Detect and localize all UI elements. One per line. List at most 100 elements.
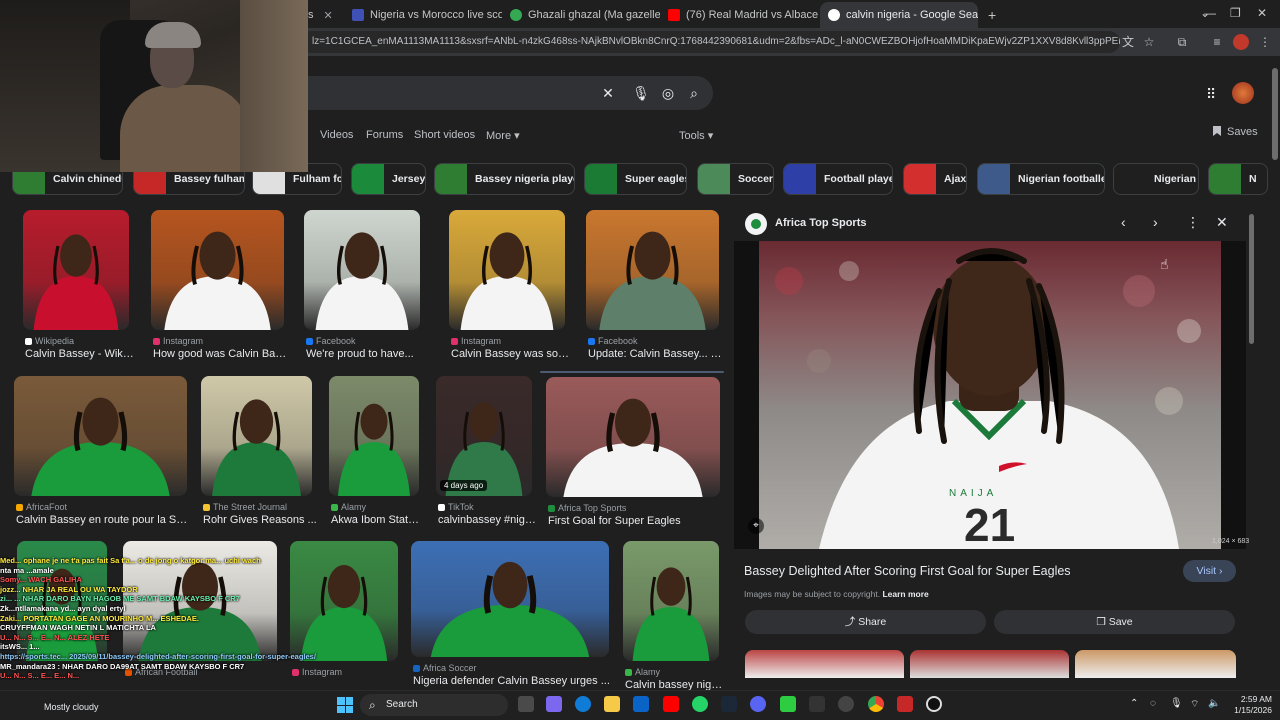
result-source[interactable]: TikTok [438, 502, 474, 512]
image-result[interactable]: Alamy Calvin bassey nige... [623, 541, 725, 706]
related-chip[interactable]: Bassey nigeria player [434, 163, 575, 195]
filter-videos[interactable]: Videos [320, 129, 353, 141]
related-chip[interactable]: Jersey [351, 163, 426, 195]
image-result[interactable]: Facebook Update: Calvin Bassey... Th... [586, 210, 725, 375]
related-chip[interactable]: Super eagles [584, 163, 687, 195]
result-source[interactable]: Facebook [306, 336, 356, 346]
page-scrollbar[interactable] [1272, 68, 1278, 160]
related-chip[interactable]: N [1208, 163, 1268, 195]
microphone-icon[interactable]: 🎙 [632, 84, 650, 102]
lens-icon[interactable]: ◎ [659, 84, 677, 102]
result-title[interactable]: Calvin Bassey - Wikipedia [25, 348, 135, 360]
panel-scrollbar[interactable] [1249, 214, 1254, 344]
result-source[interactable]: Instagram [451, 336, 501, 346]
image-result[interactable]: Africa Soccer Nigeria defender Calvin Bas… [411, 541, 610, 702]
image-result[interactable]: Instagram Calvin Bassey was solid ye... [449, 210, 571, 375]
visual-search-icon[interactable]: ⌖ [748, 518, 764, 534]
new-tab-button[interactable]: + [980, 4, 1000, 26]
outlook-icon[interactable] [633, 696, 649, 712]
related-chip[interactable]: Nigerian footballer [977, 163, 1105, 195]
image-result[interactable]: AfricaFoot Calvin Bassey en route pour la… [14, 376, 193, 541]
filter-more[interactable]: More ▾ [486, 129, 520, 142]
window-close-icon[interactable]: ✕ [1257, 6, 1267, 20]
result-title[interactable]: Nigeria defender Calvin Bassey urges ... [413, 675, 615, 687]
image-result[interactable]: Instagram [290, 541, 398, 706]
filter-forums[interactable]: Forums [366, 129, 403, 141]
image-result[interactable]: Alamy Akwa Ibom State, ... [329, 376, 425, 541]
result-title[interactable]: Calvin Bassey was solid ye... [451, 348, 571, 360]
result-source[interactable]: Africa Top Sports [548, 503, 626, 513]
tab-2[interactable]: Nigeria vs Morocco live score, ✕ [344, 4, 502, 26]
result-source[interactable]: Alamy [625, 667, 660, 677]
close-icon[interactable]: ✕ [324, 9, 333, 22]
saves-button[interactable]: Saves [1213, 126, 1258, 138]
more-options-icon[interactable]: ⋮ [1186, 214, 1200, 231]
address-bar[interactable]: lz=1C1GCEA_enMA1113MA1113&sxsrf=ANbL-n4z… [300, 31, 1120, 53]
chrome-icon[interactable] [868, 696, 884, 712]
result-source[interactable]: Facebook [588, 336, 638, 346]
tab-4[interactable]: (76) Real Madrid vs Albacete 2✕ [660, 4, 818, 26]
image-result[interactable]: Instagram How good was Calvin Bass... [151, 210, 290, 375]
steam-icon[interactable] [721, 696, 737, 712]
related-chip[interactable]: Ajax [903, 163, 967, 195]
save-button[interactable]: ❒ Save [994, 610, 1235, 634]
tab-google-search[interactable]: calvin nigeria - Google Search✕ [820, 2, 978, 28]
selected-image-result[interactable]: Africa Top Sports First Goal for Super Ea… [540, 371, 724, 527]
discord-icon[interactable] [750, 696, 766, 712]
taskbar-search[interactable]: Search [360, 694, 508, 716]
result-source[interactable]: The Street Journal [203, 502, 287, 512]
related-image[interactable] [910, 650, 1069, 678]
visit-button[interactable]: Visit › [1183, 560, 1236, 582]
volume-icon[interactable]: 🔈 [1208, 698, 1220, 709]
maximize-icon[interactable]: ❐ [1230, 6, 1241, 20]
previous-icon[interactable]: ‹ [1121, 214, 1126, 230]
result-source[interactable]: Instagram [153, 336, 203, 346]
system-clock[interactable]: 2:59 AM 1/15/2026 [1226, 694, 1272, 716]
translate-icon[interactable]: 文 [1120, 34, 1136, 50]
tray-chevron-icon[interactable]: ⌃ [1130, 698, 1138, 709]
tools-button[interactable]: Tools ▾ [679, 129, 713, 142]
learn-more-link[interactable]: Learn more [882, 589, 928, 599]
tab-3[interactable]: Ghazali ghazal (Ma gazelle▣✕ [502, 4, 660, 26]
result-title[interactable]: Update: Calvin Bassey... Th... [588, 348, 725, 360]
related-chip[interactable]: Football player [783, 163, 893, 195]
result-source[interactable]: African Football [125, 667, 198, 677]
result-title[interactable]: Akwa Ibom State, ... [331, 514, 425, 526]
app-icon[interactable] [897, 696, 913, 712]
app-icon[interactable] [838, 696, 854, 712]
extensions-icon[interactable]: ⧉ [1174, 34, 1190, 50]
tray-app-icon[interactable]: ◌ [1150, 698, 1156, 709]
filter-short-videos[interactable]: Short videos [414, 129, 475, 141]
minimize-icon[interactable]: — [1204, 6, 1216, 20]
panel-source-name[interactable]: Africa Top Sports [775, 217, 866, 229]
result-title[interactable]: First Goal for Super Eagles [548, 515, 726, 527]
related-image[interactable] [1075, 650, 1236, 678]
app-icon[interactable] [809, 696, 825, 712]
result-title[interactable]: calvinbassey #nige... [438, 514, 538, 526]
search-icon[interactable]: ⌕ [685, 84, 703, 102]
image-result[interactable]: The Street Journal Rohr Gives Reasons ... [201, 376, 317, 541]
related-image[interactable] [745, 650, 904, 678]
result-source[interactable]: Wikipedia [25, 336, 74, 346]
result-source[interactable]: Instagram [292, 667, 342, 677]
google-apps-icon[interactable]: ⠿ [1206, 86, 1216, 103]
whatsapp-icon[interactable] [692, 696, 708, 712]
preview-image[interactable]: 21 NAIJA [734, 241, 1246, 549]
task-view-icon[interactable] [518, 696, 534, 712]
result-source[interactable]: AfricaFoot [16, 502, 67, 512]
bookmark-star-icon[interactable]: ☆ [1141, 34, 1157, 50]
image-result[interactable] [17, 541, 107, 706]
result-title[interactable]: We're proud to have... [306, 348, 426, 360]
avatar[interactable] [1232, 82, 1254, 104]
edge-icon[interactable] [575, 696, 591, 712]
weather-widget[interactable]: Mostly cloudy [44, 702, 99, 712]
close-panel-icon[interactable]: ✕ [1216, 214, 1228, 231]
reading-list-icon[interactable]: ≡ [1209, 34, 1225, 50]
image-result[interactable]: 4 days ago TikTok calvinbassey #nige... [436, 376, 538, 541]
next-icon[interactable]: › [1153, 214, 1158, 230]
file-explorer-icon[interactable] [604, 696, 620, 712]
panel-title[interactable]: Bassey Delighted After Scoring First Goa… [744, 564, 1071, 578]
youtube-icon[interactable] [663, 696, 679, 712]
windows-start-icon[interactable] [337, 697, 353, 713]
clear-icon[interactable]: ✕ [599, 84, 617, 102]
